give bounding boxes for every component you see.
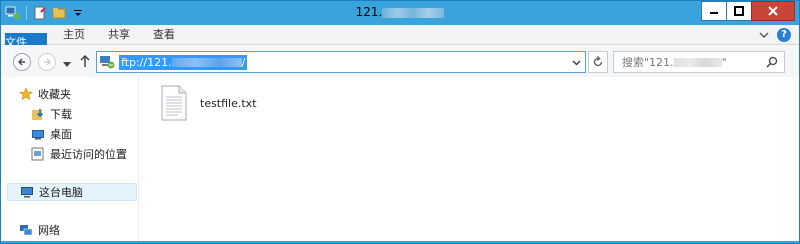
window-controls (701, 1, 795, 21)
refresh-icon (593, 56, 603, 67)
minimize-button[interactable] (701, 1, 727, 21)
sidebar-item-network[interactable]: 网络 (19, 221, 60, 239)
sidebar-item-this-pc[interactable]: 这台电脑 (7, 183, 137, 201)
redacted-host (171, 58, 242, 67)
file-item[interactable]: testfile.txt (160, 85, 257, 121)
minimize-icon (710, 12, 718, 14)
maximize-button[interactable] (726, 1, 752, 21)
redacted-host (673, 57, 722, 67)
network-icon (20, 225, 33, 236)
title-bar: 121. (1, 1, 799, 25)
forward-button[interactable] (38, 53, 56, 71)
forward-arrow-icon (44, 58, 51, 66)
window-bottom-border (1, 241, 799, 243)
ribbon-tabs: 文件 主页 共享 查看 ? (1, 25, 799, 53)
close-icon (768, 6, 778, 16)
recent-locations-icon[interactable] (63, 58, 71, 71)
back-arrow-icon (18, 58, 25, 66)
window-title-text: 121. (355, 5, 383, 19)
sidebar-label: 最近访问的位置 (50, 148, 127, 161)
ftp-location-icon (99, 54, 115, 70)
navigation-pane: 收藏夹 下载 桌面 最近访问的位置 这台电脑 网络 (1, 77, 139, 243)
window-title: 121. (1, 5, 799, 19)
sidebar-label: 下载 (50, 108, 72, 121)
desktop-icon (32, 130, 44, 140)
up-arrow-icon[interactable] (79, 54, 91, 71)
back-button[interactable] (13, 53, 31, 71)
search-placeholder: 搜索"121. (622, 56, 674, 69)
star-icon (19, 87, 33, 101)
sidebar-label: 这台电脑 (39, 186, 83, 199)
maximize-icon (734, 6, 744, 16)
tab-share[interactable]: 共享 (108, 25, 130, 45)
expand-ribbon-icon[interactable] (759, 30, 769, 40)
redacted-host (382, 7, 445, 18)
navigation-bar: ftp://121. / 搜索"121. " (1, 45, 799, 77)
refresh-button[interactable] (588, 51, 608, 73)
sidebar-label: 网络 (38, 224, 60, 237)
sidebar-item-downloads[interactable]: 下载 (31, 105, 72, 123)
close-button[interactable] (751, 1, 795, 21)
file-list: testfile.txt (140, 77, 799, 243)
explorer-content: 收藏夹 下载 桌面 最近访问的位置 这台电脑 网络 testfile.txt (1, 77, 799, 243)
help-icon[interactable]: ? (777, 28, 791, 42)
address-dropdown-icon[interactable] (572, 57, 581, 70)
file-name: testfile.txt (200, 96, 257, 110)
sidebar-item-recent[interactable]: 最近访问的位置 (31, 145, 127, 163)
address-url[interactable]: ftp://121. / (119, 54, 248, 70)
search-icon[interactable] (766, 56, 778, 71)
explorer-window: 121. 文件 主页 共享 查看 ? ftp://121. / 搜索"121. … (0, 0, 800, 244)
sidebar-label: 收藏夹 (38, 88, 71, 101)
downloads-folder-icon (32, 109, 44, 120)
text-file-icon (161, 85, 187, 121)
sidebar-item-favorites[interactable]: 收藏夹 (19, 85, 71, 103)
tab-view[interactable]: 查看 (153, 25, 175, 45)
recent-places-icon (31, 147, 44, 161)
sidebar-item-desktop[interactable]: 桌面 (31, 125, 72, 143)
search-input[interactable]: 搜索"121. " (613, 51, 785, 73)
computer-icon (21, 187, 33, 198)
sidebar-label: 桌面 (50, 128, 72, 141)
address-bar[interactable]: ftp://121. / (96, 51, 586, 73)
tab-home[interactable]: 主页 (63, 25, 85, 45)
